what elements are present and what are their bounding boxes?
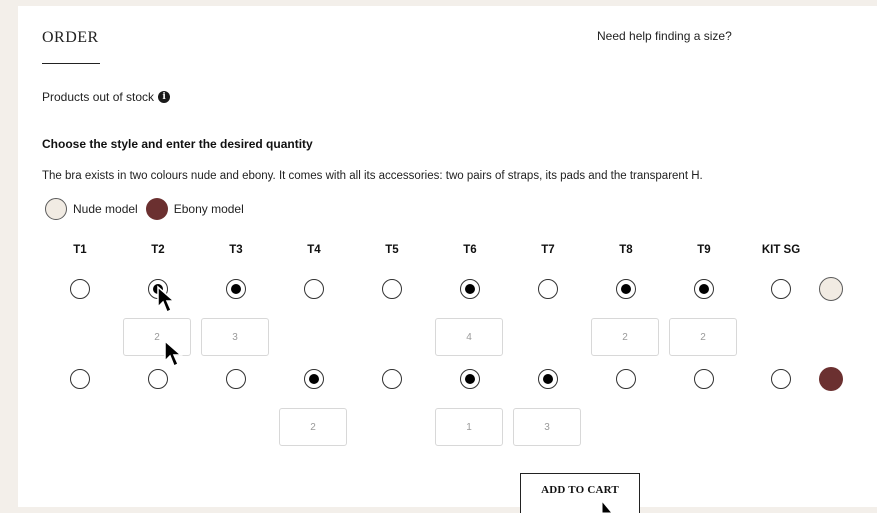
product-description: The bra exists in two colours nude and e… [42, 170, 703, 182]
radio-nude-t6[interactable] [460, 279, 480, 299]
size-label-t7: T7 [541, 244, 555, 256]
order-panel: ORDER Need help finding a size? Products… [18, 6, 877, 513]
legend-nude: Nude model [45, 198, 138, 220]
quantity-input-nude-t8[interactable]: 2 [591, 318, 659, 356]
radio-ebony-t7[interactable] [538, 369, 558, 389]
radio-nude-t5[interactable] [382, 279, 402, 299]
radio-selected-dot [543, 374, 553, 384]
legend-ebony-label: Ebony model [173, 202, 244, 216]
radio-nude-t4[interactable] [304, 279, 324, 299]
radio-nude-t3[interactable] [226, 279, 246, 299]
size-label-t4: T4 [307, 244, 321, 256]
radio-ebony-t8[interactable] [616, 369, 636, 389]
radio-nude-t9[interactable] [694, 279, 714, 299]
quantity-input-nude-t3[interactable]: 3 [201, 318, 269, 356]
mouse-pointer-icon [601, 499, 613, 513]
radio-selected-dot [621, 284, 631, 294]
radio-ebony-t5[interactable] [382, 369, 402, 389]
size-label-t3: T3 [229, 244, 243, 256]
radio-ebony-t1[interactable] [70, 369, 90, 389]
radio-selected-dot [465, 284, 475, 294]
legend-ebony: Ebony model [145, 198, 244, 220]
radio-ebony-t4[interactable] [304, 369, 324, 389]
out-of-stock-note: Products out of stock i [42, 90, 171, 104]
radio-selected-dot [699, 284, 709, 294]
nude-model-swatch-icon [819, 277, 843, 301]
radio-nude-t8[interactable] [616, 279, 636, 299]
size-label-kit-sg: KIT SG [761, 244, 801, 256]
style-heading: Choose the style and enter the desired q… [42, 137, 313, 151]
quantity-input-nude-t9[interactable]: 2 [669, 318, 737, 356]
radio-selected-dot [309, 374, 319, 384]
page-title: ORDER [42, 29, 99, 46]
title-underline [42, 63, 100, 64]
radio-ebony-t6[interactable] [460, 369, 480, 389]
radio-selected-dot [231, 284, 241, 294]
size-help-link[interactable]: Need help finding a size? [597, 29, 732, 43]
color-legend: Nude model Ebony model [45, 198, 244, 220]
quantity-input-ebony-t4[interactable]: 2 [279, 408, 347, 446]
radio-ebony-kit-sg[interactable] [771, 369, 791, 389]
ebony-model-swatch-icon [819, 367, 843, 391]
quantity-input-ebony-t6[interactable]: 1 [435, 408, 503, 446]
quantity-input-nude-t6[interactable]: 4 [435, 318, 503, 356]
radio-ebony-t3[interactable] [226, 369, 246, 389]
nude-swatch-icon [45, 198, 67, 220]
size-label-t1: T1 [73, 244, 87, 256]
size-label-t5: T5 [385, 244, 399, 256]
add-to-cart-button[interactable]: ADD TO CART [520, 473, 640, 513]
size-label-t8: T8 [619, 244, 633, 256]
radio-selected-dot [465, 374, 475, 384]
legend-nude-label: Nude model [73, 202, 138, 216]
radio-ebony-t9[interactable] [694, 369, 714, 389]
info-icon[interactable]: i [158, 91, 171, 103]
ebony-swatch-icon [145, 198, 168, 220]
mouse-pointer-icon [164, 339, 183, 368]
radio-nude-t7[interactable] [538, 279, 558, 299]
radio-ebony-t2[interactable] [148, 369, 168, 389]
out-of-stock-label: Products out of stock [42, 90, 155, 104]
size-label-t6: T6 [463, 244, 477, 256]
quantity-input-ebony-t7[interactable]: 3 [513, 408, 581, 446]
size-label-t2: T2 [151, 244, 165, 256]
radio-nude-t1[interactable] [70, 279, 90, 299]
mouse-pointer-icon [157, 285, 176, 314]
radio-nude-kit-sg[interactable] [771, 279, 791, 299]
size-label-t9: T9 [697, 244, 711, 256]
